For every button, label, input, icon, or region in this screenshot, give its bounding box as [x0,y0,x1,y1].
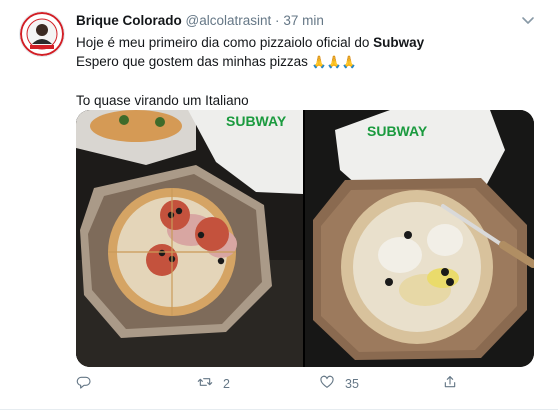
tweet-text: Hoje é meu primeiro dia como pizzaiolo o… [76,33,536,110]
tweet-media[interactable]: SUBWAY SUBWAY [76,110,534,367]
like-icon [319,374,335,395]
tweet-text-line-1-prefix: Hoje é meu primeiro dia como pizzaiolo o… [76,35,374,50]
photo-left-pizza[interactable]: SUBWAY [76,110,303,367]
tweet-text-line-4: To quase virando um Italiano [76,93,249,108]
tweet-text-bold-brand: Subway [373,35,425,50]
reply-button[interactable] [76,374,102,394]
photo-right-pizza[interactable]: SUBWAY [305,110,534,367]
tweet-text-line-2-body: Espero que gostem das minhas pizzas [76,54,312,69]
retweet-count: 2 [223,377,230,391]
author-name[interactable]: Brique Colorado [76,13,182,28]
tweet-text-line-2: Espero que gostem das minhas pizzas 🙏🙏🙏 [76,52,536,72]
avatar[interactable] [20,12,64,56]
praying-hands-emoji: 🙏🙏🙏 [311,55,357,69]
svg-text:SUBWAY: SUBWAY [226,113,287,129]
author-handle[interactable]: @alcolatrasint [186,13,272,28]
text-spacer [76,72,536,91]
retweet-icon [197,374,213,395]
svg-text:SUBWAY: SUBWAY [367,123,428,139]
like-button[interactable]: 35 [319,374,359,394]
reply-icon [76,374,92,395]
tweet-text-line-1: Hoje é meu primeiro dia como pizzaiolo o… [76,33,536,52]
tweet-timestamp[interactable]: 37 min [283,13,324,28]
like-count: 35 [345,377,359,391]
share-button[interactable] [442,374,468,394]
tweet-header: Brique Colorado @alcolatrasint · 37 min [76,12,324,30]
chevron-down-icon[interactable] [520,12,536,28]
separator-dot: · [275,13,280,28]
photo-right-box-brand-text: SUBWAY [367,123,428,139]
share-icon [442,374,458,395]
tweet-card[interactable]: Brique Colorado @alcolatrasint · 37 min … [0,0,558,410]
retweet-button[interactable]: 2 [197,374,230,394]
photo-left-box-brand-text: SUBWAY [226,113,287,129]
tweet-actions: 2 35 [76,374,536,394]
